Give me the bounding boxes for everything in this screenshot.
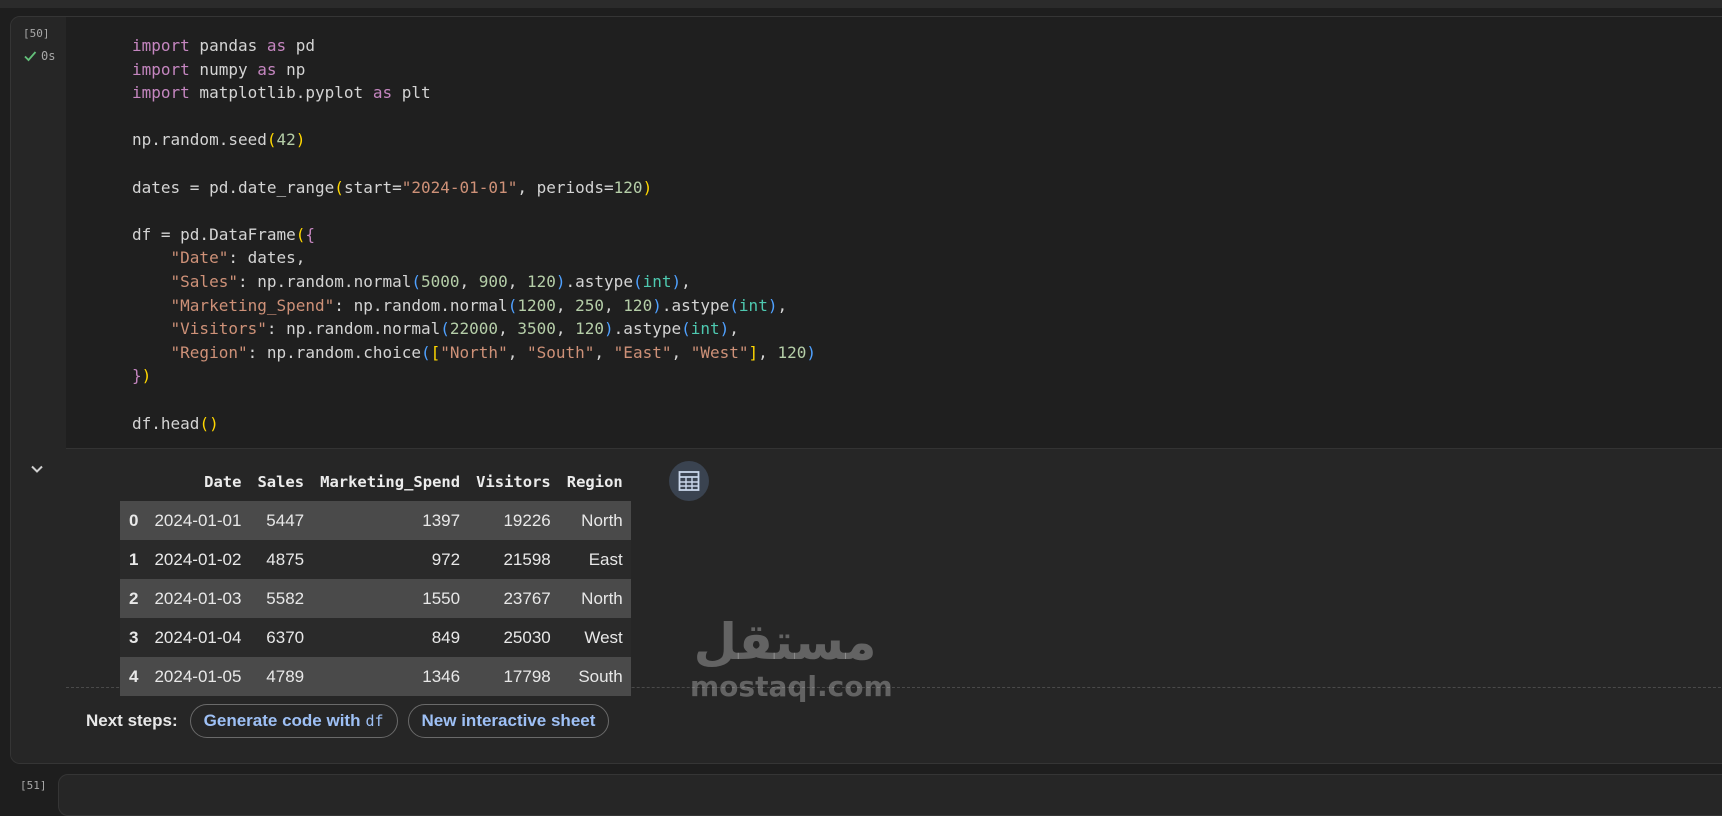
code-line: import pandas as pd	[132, 36, 316, 55]
cell-gutter: [50] 0s	[11, 17, 65, 763]
code-line: import matplotlib.pyplot as plt	[132, 83, 431, 103]
generate-code-variable: df	[365, 712, 384, 730]
table-cell: 4789	[249, 657, 313, 696]
table-cell: 5447	[249, 501, 313, 540]
row-index: 0	[120, 501, 147, 540]
table-row: 4 2024-01-05 4789 1346 17798 South	[120, 657, 631, 696]
check-icon	[24, 51, 37, 62]
new-interactive-sheet-button[interactable]: New interactive sheet	[407, 704, 610, 738]
code-line: "Date": dates,	[170, 248, 306, 268]
code-line: "Visitors": np.random.normal(22000, 3500…	[170, 319, 739, 339]
table-cell: 2024-01-05	[146, 657, 250, 696]
table-cell: 1346	[312, 657, 469, 696]
table-cell: 5582	[249, 579, 313, 618]
table-cell: 2024-01-04	[146, 618, 250, 657]
table-cell: 6370	[249, 618, 313, 657]
column-header: Visitors	[476, 473, 551, 491]
table-cell: 849	[312, 618, 469, 657]
code-line: import numpy as np	[132, 59, 306, 79]
next-steps-bar: Next steps: Generate code with df New in…	[86, 704, 610, 738]
window-top-bar	[0, 0, 1722, 8]
chevron-down-icon[interactable]	[27, 459, 47, 479]
code-line: })	[132, 366, 152, 386]
watermark-latin: mostaql.com	[690, 670, 893, 703]
table-cell: 17798	[468, 657, 559, 696]
table-cell: East	[558, 540, 631, 579]
table-cell: 2024-01-01	[146, 501, 250, 540]
code-editor[interactable]: import pandas as pd import numpy as np i…	[66, 17, 1722, 448]
execution-count: [50]	[23, 27, 50, 40]
table-cell: 25030	[468, 618, 559, 657]
output-divider	[66, 687, 1722, 688]
run-status: 0s	[23, 49, 55, 63]
row-index: 1	[120, 540, 147, 579]
cell-output: Date Sales Marketing_Spend Visitors Regi…	[66, 448, 1722, 763]
code-line: df = pd.DataFrame({	[132, 224, 316, 244]
watermark-logo: مستقل mostaql.com	[690, 612, 893, 708]
column-header: Date	[204, 473, 242, 491]
convert-to-interactive-table-button[interactable]	[669, 461, 709, 501]
table-cell: 2024-01-02	[146, 540, 250, 579]
code-text[interactable]: import pandas as pd import numpy as np i…	[132, 34, 816, 435]
next-steps-label: Next steps:	[86, 711, 178, 730]
row-index: 2	[120, 579, 147, 618]
table-cell: North	[558, 501, 631, 540]
column-header: Marketing_Spend	[320, 473, 461, 491]
dataframe-table: Date Sales Marketing_Spend Visitors Regi…	[120, 463, 631, 696]
watermark-arabic: مستقل	[693, 613, 877, 671]
code-line: dates = pd.date_range(start="2024-01-01"…	[132, 177, 653, 197]
next-code-cell[interactable]	[58, 774, 1722, 816]
table-cell: 1397	[312, 501, 469, 540]
generate-code-label: Generate code with	[203, 711, 361, 730]
column-header	[120, 463, 146, 501]
table-row: 1 2024-01-02 4875 972 21598 East	[120, 540, 631, 579]
row-index: 3	[120, 618, 147, 657]
table-cell: West	[558, 618, 631, 657]
table-cell: North	[558, 579, 631, 618]
run-duration: 0s	[41, 49, 56, 63]
code-line: df.head()	[132, 413, 219, 433]
row-index: 4	[120, 657, 147, 696]
table-cell: South	[558, 657, 631, 696]
table-grid-icon	[678, 471, 700, 491]
next-execution-count: [51]	[20, 779, 47, 792]
table-cell: 972	[312, 540, 469, 579]
generate-code-button[interactable]: Generate code with df	[189, 704, 398, 738]
table-row: 3 2024-01-04 6370 849 25030 West	[120, 618, 631, 657]
code-line: "Sales": np.random.normal(5000, 900, 120…	[170, 271, 691, 291]
table-cell: 21598	[468, 540, 559, 579]
column-header: Sales	[257, 473, 305, 491]
code-line: "Region": np.random.choice(["North", "So…	[170, 342, 816, 362]
code-line: "Marketing_Spend": np.random.normal(1200…	[170, 295, 788, 315]
table-cell: 1550	[312, 579, 469, 618]
table-cell: 23767	[468, 579, 559, 618]
table-header-row: Date Sales Marketing_Spend Visitors Regi…	[120, 463, 631, 501]
code-line: np.random.seed(42)	[132, 130, 306, 150]
table-row: 2 2024-01-03 5582 1550 23767 North	[120, 579, 631, 618]
table-row: 0 2024-01-01 5447 1397 19226 North	[120, 501, 631, 540]
column-header: Region	[566, 473, 623, 491]
table-cell: 4875	[249, 540, 313, 579]
table-cell: 2024-01-03	[146, 579, 250, 618]
table-cell: 19226	[468, 501, 559, 540]
